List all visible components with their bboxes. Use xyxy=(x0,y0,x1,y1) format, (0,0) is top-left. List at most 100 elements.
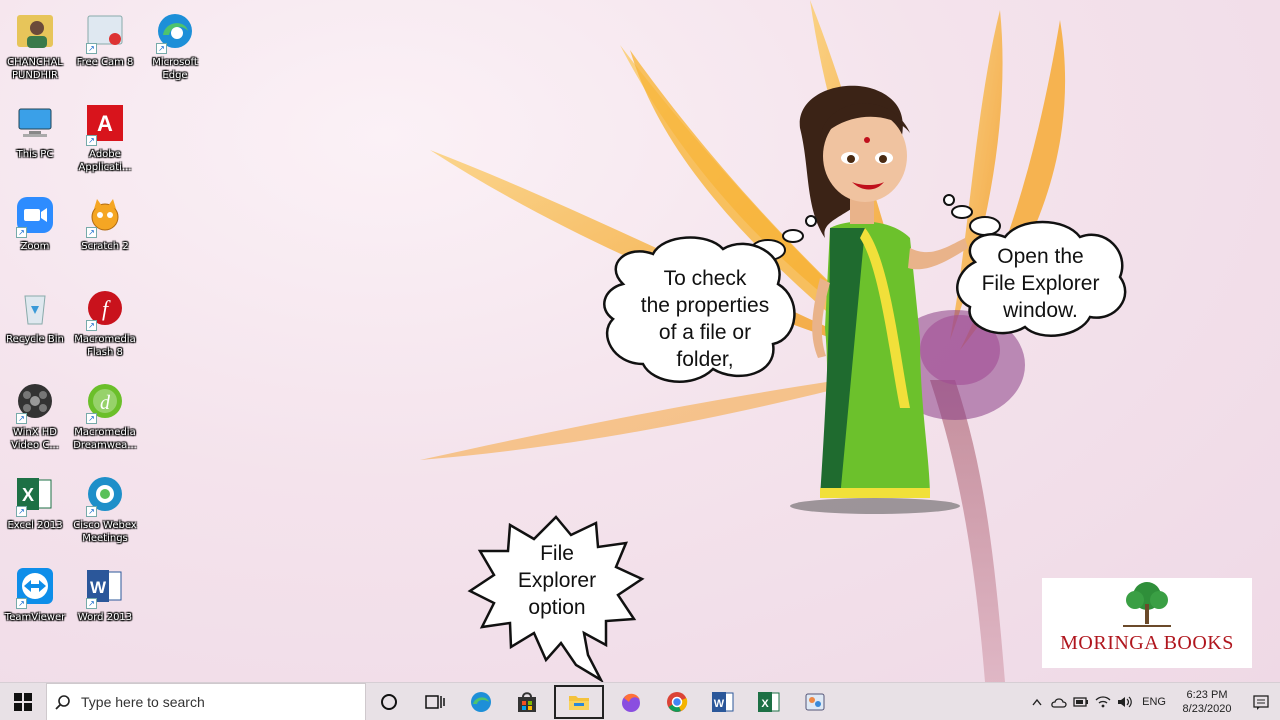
desktop-icon-user-folder[interactable]: CHANCHAL PUNDHIR xyxy=(0,8,70,82)
desktop-icon-zoom[interactable]: ↗ Zoom xyxy=(0,192,70,253)
volume-tray-button[interactable] xyxy=(1114,683,1136,720)
desktop-icon-label: Cisco Webex Meetings xyxy=(73,520,137,544)
webex-icon: ↗ xyxy=(82,471,128,517)
desktop-icon-recycle-bin[interactable]: Recycle Bin xyxy=(0,285,70,346)
file-explorer-icon xyxy=(569,695,589,710)
clock-time: 6:23 PM xyxy=(1186,689,1228,701)
this-pc-icon xyxy=(12,100,58,146)
desktop-icon-label: CHANCHAL PUNDHIR xyxy=(7,57,63,81)
desktop-icon-word[interactable]: W ↗ Word 2013 xyxy=(70,563,140,624)
wifi-icon xyxy=(1095,696,1111,708)
desktop-icon-excel[interactable]: X ↗ Excel 2013 xyxy=(0,471,70,532)
teamviewer-icon: ↗ xyxy=(12,563,58,609)
task-view-button[interactable] xyxy=(412,683,458,720)
flash-icon: f ↗ xyxy=(82,285,128,331)
search-icon xyxy=(55,694,70,710)
desktop-icon-free-cam[interactable]: ↗ Free Cam 8 xyxy=(70,8,140,69)
taskbar: Type here to search W X ENG 6:23 PM 8/23… xyxy=(0,682,1280,720)
battery-tray-button[interactable] xyxy=(1070,683,1092,720)
shortcut-arrow-icon: ↗ xyxy=(86,227,97,238)
shortcut-arrow-icon: ↗ xyxy=(86,413,97,424)
desktop-icon-label: Recycle Bin xyxy=(6,334,64,345)
dreamweaver-icon: d ↗ xyxy=(82,378,128,424)
action-center-button[interactable] xyxy=(1242,683,1280,720)
desktop-icon-dreamweaver[interactable]: d ↗ Macromedia Dreamwea... xyxy=(70,378,140,452)
shortcut-arrow-icon: ↗ xyxy=(16,506,27,517)
onedrive-tray-button[interactable] xyxy=(1048,683,1070,720)
firefox-icon xyxy=(622,693,640,712)
taskbar-file-explorer-button[interactable] xyxy=(554,684,604,719)
shortcut-arrow-icon: ↗ xyxy=(86,135,97,146)
svg-text:W: W xyxy=(90,578,107,597)
desktop-icon-label: Scratch 2 xyxy=(81,241,129,252)
edge-icon xyxy=(471,691,491,712)
wifi-tray-button[interactable] xyxy=(1092,683,1114,720)
input-language-indicator[interactable]: ENG xyxy=(1142,696,1166,708)
edge-icon: ↗ xyxy=(152,8,198,54)
show-hidden-icons-button[interactable] xyxy=(1026,683,1048,720)
shortcut-arrow-icon: ↗ xyxy=(156,43,167,54)
taskbar-paint-button[interactable] xyxy=(792,683,838,720)
desktop-icon-this-pc[interactable]: This PC xyxy=(0,100,70,161)
cortana-icon xyxy=(381,693,397,710)
shortcut-arrow-icon: ↗ xyxy=(16,413,27,424)
task-view-icon xyxy=(425,694,445,709)
word-icon: W ↗ xyxy=(82,563,128,609)
desktop-icon-label: Zoom xyxy=(20,241,50,252)
desktop-icon-edge[interactable]: ↗ Microsoft Edge xyxy=(140,8,210,82)
desktop-icon-label: Excel 2013 xyxy=(7,520,63,531)
logo-brand-text: MORINGA BOOKS xyxy=(1060,632,1234,654)
taskbar-excel-button[interactable]: X xyxy=(746,683,792,720)
scratch-icon: ↗ xyxy=(82,192,128,238)
desktop-icon-scratch[interactable]: ↗ Scratch 2 xyxy=(70,192,140,253)
svg-text:X: X xyxy=(22,485,34,505)
desktop-icon-teamviewer[interactable]: ↗ TeamViewer xyxy=(0,563,70,624)
desktop-icon-label: Word 2013 xyxy=(77,612,133,623)
desktop-icon-adobe[interactable]: A ↗ Adobe Applicati... xyxy=(70,100,140,174)
callout-text: File Explorer option xyxy=(517,542,597,619)
desktop-icon-label: Macromedia Dreamwea... xyxy=(73,427,137,451)
taskbar-store-button[interactable] xyxy=(504,683,550,720)
recycle-bin-icon xyxy=(12,285,58,331)
svg-text:d: d xyxy=(100,392,111,414)
chrome-icon xyxy=(667,691,688,712)
desktop-icon-label: This PC xyxy=(16,149,54,160)
excel-icon: X xyxy=(758,691,780,712)
cloud-icon xyxy=(1051,698,1067,708)
paint-icon xyxy=(805,693,825,710)
shortcut-arrow-icon: ↗ xyxy=(16,227,27,238)
shortcut-arrow-icon: ↗ xyxy=(86,320,97,331)
user-folder-icon xyxy=(12,8,58,54)
taskbar-word-button[interactable]: W xyxy=(700,683,746,720)
shortcut-arrow-icon: ↗ xyxy=(86,43,97,54)
svg-text:A: A xyxy=(97,111,113,136)
winx-icon: ↗ xyxy=(12,378,58,424)
taskbar-search-box[interactable]: Type here to search xyxy=(46,682,366,720)
taskbar-chrome-button[interactable] xyxy=(654,683,700,720)
bubble-right-text: Open the File Explorer window. xyxy=(981,245,1100,322)
desktop-icon-label: Free Cam 8 xyxy=(76,57,134,68)
taskbar-edge-button[interactable] xyxy=(458,683,504,720)
chevron-up-icon xyxy=(1032,698,1042,706)
desktop-icon-webex[interactable]: ↗ Cisco Webex Meetings xyxy=(70,471,140,545)
cortana-button[interactable] xyxy=(366,683,412,720)
shortcut-arrow-icon: ↗ xyxy=(86,506,97,517)
adobe-icon: A ↗ xyxy=(82,100,128,146)
desktop-icon-label: Macromedia Flash 8 xyxy=(74,334,136,358)
desktop-icon-winx[interactable]: ↗ WinX HD Video C... xyxy=(0,378,70,452)
svg-text:W: W xyxy=(714,698,725,710)
desktop-icon-label: TeamViewer xyxy=(4,612,66,623)
battery-icon xyxy=(1073,697,1089,707)
taskbar-firefox-button[interactable] xyxy=(608,683,654,720)
free-cam-icon: ↗ xyxy=(82,8,128,54)
notification-icon xyxy=(1253,695,1269,710)
windows-logo-icon xyxy=(14,692,32,711)
start-button[interactable] xyxy=(0,683,46,720)
speaker-icon xyxy=(1118,696,1133,708)
desktop-icon-flash[interactable]: f ↗ Macromedia Flash 8 xyxy=(70,285,140,359)
bubble-left-text: To check the properties of a file or fol… xyxy=(640,267,770,371)
shortcut-arrow-icon: ↗ xyxy=(86,598,97,609)
taskbar-clock[interactable]: 6:23 PM 8/23/2020 xyxy=(1172,688,1242,716)
excel-icon: X ↗ xyxy=(12,471,58,517)
desktop-icon-label: Microsoft Edge xyxy=(152,57,198,81)
